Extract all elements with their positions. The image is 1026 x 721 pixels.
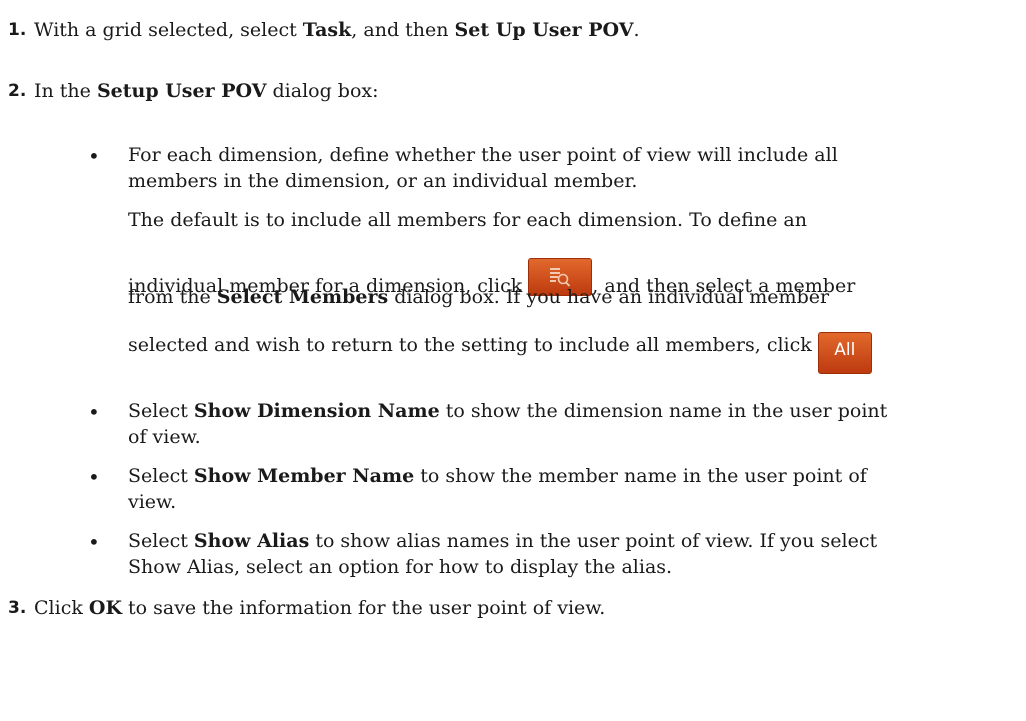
bullet-4-line-1: Select Show Alias to show alias names in… xyxy=(128,530,878,552)
bullet-1-line-1: For each dimension, define whether the u… xyxy=(128,144,838,166)
bullet-marker: • xyxy=(88,530,100,554)
bullet-3-line-2: view. xyxy=(128,491,177,513)
dialog-name-ref: Setup User POV xyxy=(96,80,267,102)
step-1-text: With a grid selected, select Task, and t… xyxy=(34,19,640,41)
ok-button-ref: OK xyxy=(88,597,122,619)
show-dimension-name-ref: Show Dimension Name xyxy=(193,400,440,422)
bullet-2-line-1: Select Show Dimension Name to show the d… xyxy=(128,400,888,422)
step-3-text: Click OK to save the information for the… xyxy=(34,597,606,619)
bullet-1-line-2: members in the dimension, or an individu… xyxy=(128,170,638,192)
step-number: 3. xyxy=(8,598,27,618)
all-members-button: All xyxy=(817,332,872,374)
show-alias-ref: Show Alias xyxy=(193,530,310,552)
task-menu-ref: Task xyxy=(302,19,352,41)
bullet-marker: • xyxy=(88,144,100,168)
bullet-2-line-2: of view. xyxy=(128,426,201,448)
select-members-ref: Select Members xyxy=(216,286,389,308)
bullet-1-para-line-3: from the Select Members dialog box. If y… xyxy=(128,286,830,308)
step-number: 1. xyxy=(8,20,27,40)
step-2-text: In the Setup User POV dialog box: xyxy=(34,80,379,102)
bullet-4-line-2: Show Alias, select an option for how to … xyxy=(128,556,673,578)
bullet-1-para-line-1: The default is to include all members fo… xyxy=(128,209,807,231)
show-member-name-ref: Show Member Name xyxy=(193,465,415,487)
bullet-marker: • xyxy=(88,465,100,489)
setup-user-pov-ref: Set Up User POV xyxy=(454,19,634,41)
bullet-1-para-line-4: selected and wish to return to the setti… xyxy=(128,332,872,374)
step-number: 2. xyxy=(8,81,27,101)
bullet-marker: • xyxy=(88,400,100,424)
bullet-3-line-1: Select Show Member Name to show the memb… xyxy=(128,465,867,487)
